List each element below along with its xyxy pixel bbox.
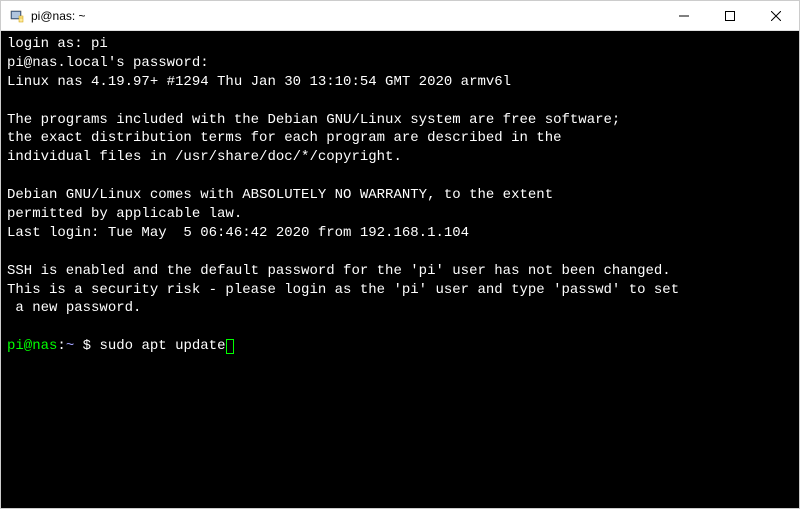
close-button[interactable] — [753, 1, 799, 30]
putty-icon — [9, 8, 25, 24]
window-title: pi@nas: ~ — [31, 9, 661, 23]
prompt-sep1: : — [57, 338, 65, 354]
window-controls — [661, 1, 799, 30]
prompt-command: sudo apt update — [99, 338, 225, 354]
minimize-button[interactable] — [661, 1, 707, 30]
maximize-button[interactable] — [707, 1, 753, 30]
prompt-user: pi@nas — [7, 338, 57, 354]
terminal-area[interactable]: login as: pi pi@nas.local's password: Li… — [1, 31, 799, 508]
titlebar[interactable]: pi@nas: ~ — [1, 1, 799, 31]
prompt-path: ~ — [66, 338, 74, 354]
terminal-output: login as: pi pi@nas.local's password: Li… — [7, 36, 679, 316]
app-window: pi@nas: ~ login as: pi pi@nas.local's pa… — [0, 0, 800, 509]
prompt-sep2: $ — [74, 338, 99, 354]
cursor-icon — [226, 339, 234, 354]
